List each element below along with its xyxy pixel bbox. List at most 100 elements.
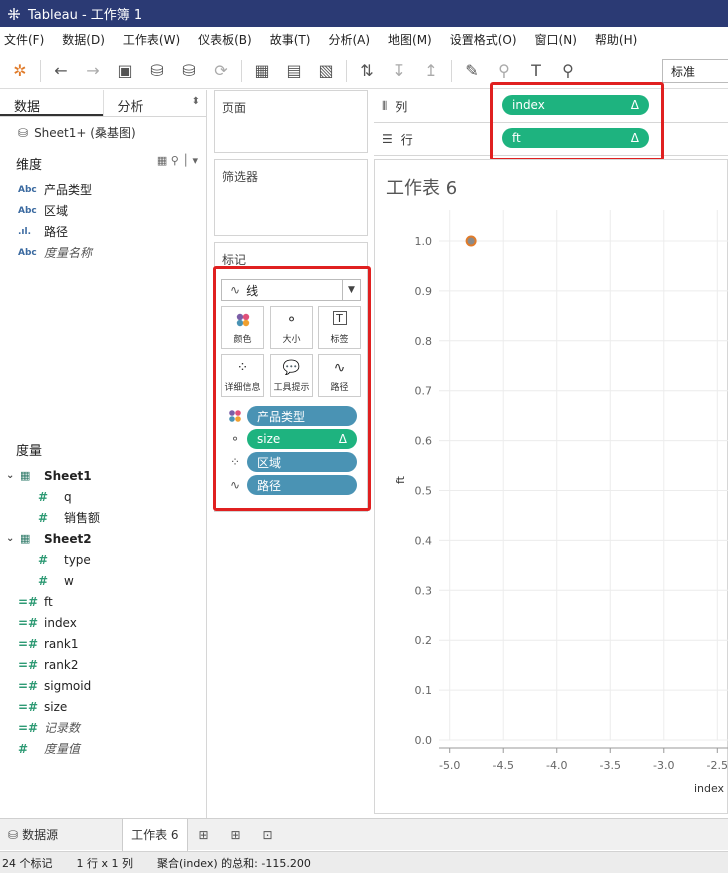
x-tick-label: -3.5 (600, 759, 621, 772)
clear-sheet-icon[interactable]: ▧ (314, 59, 338, 83)
highlight-box-shelves (490, 82, 664, 161)
filters-label: 筛选器 (222, 170, 259, 184)
scatter-chart[interactable]: 0.0 0.1 0.2 0.3 0.4 0.5 0.6 0.7 0.8 0.9 1.0 -5.0 -4.… (374, 200, 728, 805)
measure-field[interactable]: # 销售额 (0, 507, 206, 528)
dimension-field[interactable]: Abc 产品类型 (0, 179, 206, 200)
menu-worksheet[interactable]: 工作表(W) (123, 31, 180, 48)
dimension-field[interactable]: .ıl. 路径 (0, 221, 206, 242)
dimension-field[interactable]: Abc 区域 (0, 200, 206, 221)
datasource-item[interactable]: ⛁ Sheet1+ (桑基图) (0, 117, 206, 148)
bin-type-icon: .ıl. (18, 226, 32, 237)
data-pane: 数据 分析 ⬍ ⛁ Sheet1+ (桑基图) 维度 ▦ ⚲ │ ▾ Abc 产品… (0, 90, 207, 818)
title-bar: Tableau - 工作簿 1 (0, 0, 728, 27)
chevron-down-icon[interactable]: ⌄ (6, 533, 20, 544)
table-group[interactable]: ⌄ ▦ Sheet1 (0, 465, 206, 486)
abc-type-icon: Abc (18, 184, 37, 195)
tab-data[interactable]: 数据 (0, 90, 103, 116)
field-label: 记录数 (44, 721, 81, 735)
pages-label: 页面 (222, 101, 247, 115)
menu-map[interactable]: 地图(M) (388, 31, 432, 48)
group-icon[interactable]: ⚲ (492, 59, 516, 83)
table-icon: ▦ (20, 532, 31, 545)
sort-icon[interactable]: ⬍ (192, 96, 200, 107)
chevron-down-icon[interactable]: ⌄ (6, 470, 20, 481)
y-tick-label: 0.4 (415, 534, 433, 547)
measure-field[interactable]: # q (0, 486, 206, 507)
y-tick-label: 0.6 (415, 435, 433, 448)
window-title: Tableau - 工作簿 1 (28, 8, 143, 23)
status-dimensions: 1 行 x 1 列 (76, 856, 134, 870)
refresh-icon[interactable]: ⟳ (209, 59, 233, 83)
measure-field[interactable]: # 度量值 (0, 738, 206, 759)
menu-help[interactable]: 帮助(H) (595, 31, 637, 48)
dimensions-header: 维度 ▦ ⚲ │ ▾ (0, 148, 206, 179)
calc-field[interactable]: =# rank1 (0, 633, 206, 654)
x-tick-label: -5.0 (439, 759, 460, 772)
menu-story[interactable]: 故事(T) (270, 31, 311, 48)
sort-asc-icon[interactable]: ↧ (387, 59, 411, 83)
fit-select[interactable]: 标准 (662, 59, 728, 83)
measure-field[interactable]: =# 记录数 (0, 717, 206, 738)
new-worksheet-icon[interactable]: ▦ (250, 59, 274, 83)
new-worksheet-icon[interactable]: ⊞ (188, 819, 220, 851)
filters-card[interactable]: 筛选器 (214, 159, 368, 236)
pages-card[interactable]: 页面 (214, 90, 368, 153)
status-bar: 24 个标记 1 行 x 1 列 聚合(index) 的总和: -115.200 (0, 851, 728, 873)
new-story-icon[interactable]: ⊡ (252, 819, 284, 851)
datasource-tab[interactable]: ⛁ 数据源 (0, 819, 66, 851)
calc-field[interactable]: =# index (0, 612, 206, 633)
menu-format[interactable]: 设置格式(O) (450, 31, 517, 48)
duplicate-sheet-icon[interactable]: ▤ (282, 59, 306, 83)
menu-file[interactable]: 文件(F) (4, 31, 44, 48)
x-tick-label: -2.5 (707, 759, 728, 772)
sheet-title: 工作表 6 (386, 178, 458, 199)
menu-window[interactable]: 窗口(N) (535, 31, 577, 48)
columns-label: 列 (395, 99, 408, 114)
label-icon[interactable]: T (524, 59, 548, 83)
calc-hash-icon: =# (18, 678, 39, 693)
datasource-tab-label: 数据源 (22, 828, 59, 842)
database-icon: ⛁ (8, 827, 19, 842)
swap-icon[interactable]: ⇅ (355, 59, 379, 83)
new-datasource-icon[interactable]: ⛁ (145, 59, 169, 83)
table-icon: ▦ (20, 469, 31, 482)
datasource-name: Sheet1+ (桑基图) (34, 126, 136, 140)
tab-analysis[interactable]: 分析 ⬍ (102, 90, 207, 116)
field-label: 产品类型 (44, 183, 93, 197)
calc-field[interactable]: =# rank2 (0, 654, 206, 675)
x-tick-label: -4.5 (492, 759, 513, 772)
measure-field[interactable]: # type (0, 549, 206, 570)
dimension-tools[interactable]: ▦ ⚲ │ ▾ (157, 154, 198, 167)
field-label: sigmoid (44, 678, 92, 693)
calc-hash-icon: =# (18, 720, 39, 735)
undo-icon[interactable]: ← (49, 59, 73, 83)
menu-data[interactable]: 数据(D) (62, 31, 105, 48)
dimension-field[interactable]: Abc 度量名称 (0, 242, 206, 263)
abc-type-icon: Abc (18, 247, 37, 258)
field-label: 度量名称 (44, 246, 93, 260)
calc-field[interactable]: =# sigmoid (0, 675, 206, 696)
x-axis-label: index (694, 782, 725, 795)
sort-desc-icon[interactable]: ↥ (419, 59, 443, 83)
calc-field[interactable]: =# ft (0, 591, 206, 612)
pin-icon[interactable]: ⚲ (556, 59, 580, 83)
y-tick-label: 0.8 (415, 335, 433, 348)
sheet-tab[interactable]: 工作表 6 (122, 818, 188, 851)
new-dashboard-icon[interactable]: ⊞ (220, 819, 252, 851)
measure-field[interactable]: # w (0, 570, 206, 591)
calc-field[interactable]: =# size (0, 696, 206, 717)
field-label: q (64, 489, 72, 504)
save-icon[interactable]: ▣ (113, 59, 137, 83)
highlight-box-marks (213, 266, 371, 511)
highlight-icon[interactable]: ✎ (460, 59, 484, 83)
table-group[interactable]: ⌄ ▦ Sheet2 (0, 528, 206, 549)
hash-icon: # (18, 741, 29, 756)
redo-icon[interactable]: → (81, 59, 105, 83)
menu-dashboard[interactable]: 仪表板(B) (198, 31, 252, 48)
tableau-home-icon[interactable]: ✲ (8, 59, 32, 83)
y-axis-label: ft (394, 475, 407, 484)
calc-hash-icon: =# (18, 615, 39, 630)
pause-updates-icon[interactable]: ⛁ (177, 59, 201, 83)
calc-hash-icon: =# (18, 699, 39, 714)
menu-analysis[interactable]: 分析(A) (328, 31, 370, 48)
